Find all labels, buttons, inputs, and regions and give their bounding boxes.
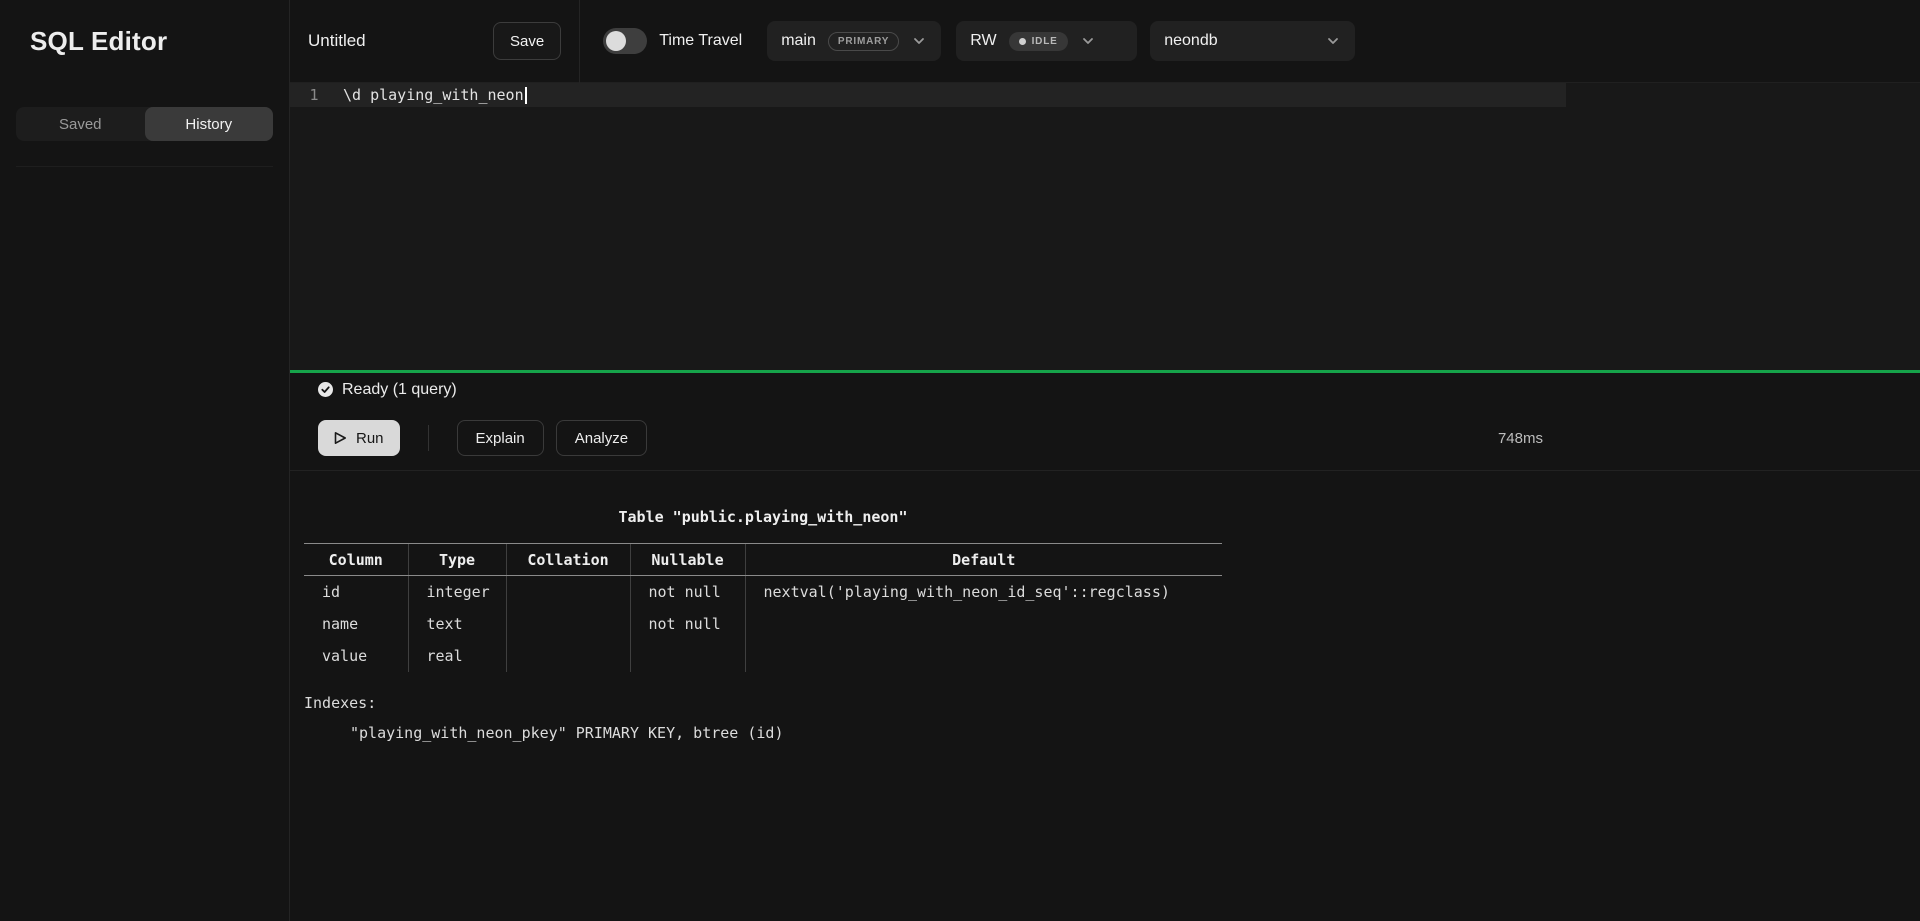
sidebar-tabs: Saved History: [16, 107, 273, 167]
table-cell: id: [304, 576, 408, 608]
page-title: SQL Editor: [30, 26, 167, 57]
table-cell: integer: [408, 576, 506, 608]
table-cell: text: [408, 608, 506, 640]
check-circle-icon: [318, 382, 333, 397]
indexes-label: Indexes:: [304, 692, 1222, 714]
table-row: id integer not null nextval('playing_wit…: [304, 576, 1222, 608]
compute-status-label: IDLE: [1032, 36, 1058, 47]
table-cell: real: [408, 640, 506, 672]
branch-primary-badge: PRIMARY: [828, 32, 899, 51]
chevron-down-icon: [911, 33, 927, 49]
status-text: Ready (1 query): [342, 381, 457, 399]
result-table-title: Table "public.playing_with_neon": [304, 507, 1222, 527]
status-dot-icon: [1019, 38, 1026, 45]
column-header: Column: [304, 544, 408, 576]
database-name: neondb: [1164, 32, 1217, 50]
chevron-down-icon: [1325, 33, 1341, 49]
compute-status-badge: IDLE: [1009, 32, 1068, 51]
table-cell: [506, 576, 630, 608]
analyze-button[interactable]: Analyze: [556, 420, 647, 456]
table-cell: [745, 608, 1222, 640]
text-caret: [525, 87, 527, 104]
table-row: value real: [304, 640, 1222, 672]
psql-output: Table "public.playing_with_neon" Column …: [304, 507, 1222, 744]
branch-name: main: [781, 32, 816, 50]
table-header-row: Column Type Collation Nullable Default: [304, 544, 1222, 576]
table-cell: not null: [630, 576, 745, 608]
compute-selector[interactable]: RW IDLE: [956, 21, 1137, 61]
table-cell: value: [304, 640, 408, 672]
table-row: name text not null: [304, 608, 1222, 640]
topbar: Untitled Save Time Travel main PRIMARY R…: [290, 0, 1920, 83]
branch-selector[interactable]: main PRIMARY: [767, 21, 941, 61]
table-cell: [506, 640, 630, 672]
time-travel-toggle[interactable]: [603, 28, 647, 54]
column-header: Type: [408, 544, 506, 576]
table-cell: [745, 640, 1222, 672]
compute-name: RW: [970, 32, 996, 50]
table-cell: not null: [630, 608, 745, 640]
line-number: 1: [290, 83, 338, 107]
sidebar: SQL Editor Saved History: [0, 0, 290, 921]
toggle-knob: [606, 31, 626, 51]
results-table: Column Type Collation Nullable Default i…: [304, 543, 1222, 672]
tab-history[interactable]: History: [145, 107, 274, 141]
column-header: Collation: [506, 544, 630, 576]
toolbar-divider: [428, 425, 429, 451]
query-title[interactable]: Untitled: [308, 31, 493, 51]
table-cell: nextval('playing_with_neon_id_seq'::regc…: [745, 576, 1222, 608]
code-text: \d playing_with_neon: [343, 86, 524, 104]
editor-active-line: 1 \d playing_with_neon: [290, 83, 1566, 107]
column-header: Nullable: [630, 544, 745, 576]
explain-button[interactable]: Explain: [457, 420, 544, 456]
main-area: Untitled Save Time Travel main PRIMARY R…: [290, 0, 1920, 921]
run-label: Run: [356, 430, 384, 447]
time-travel-label: Time Travel: [659, 32, 742, 50]
tab-saved[interactable]: Saved: [16, 107, 145, 141]
code-line: \d playing_with_neon: [338, 83, 527, 107]
column-header: Default: [745, 544, 1222, 576]
index-definition: "playing_with_neon_pkey" PRIMARY KEY, bt…: [304, 722, 1222, 744]
table-cell: name: [304, 608, 408, 640]
table-cell: [506, 608, 630, 640]
sql-code-editor[interactable]: 1 \d playing_with_neon: [290, 83, 1920, 370]
sql-editor-app: SQL Editor Saved History Untitled Save T…: [0, 0, 1920, 921]
play-icon: [334, 431, 347, 445]
save-button[interactable]: Save: [493, 22, 561, 60]
query-toolbar: Run Explain Analyze 748ms: [290, 406, 1920, 471]
chevron-down-icon: [1080, 33, 1096, 49]
saved-history-segmented-control: Saved History: [16, 107, 273, 141]
query-duration: 748ms: [1498, 430, 1543, 447]
table-cell: [630, 640, 745, 672]
database-selector[interactable]: neondb: [1150, 21, 1355, 61]
sidebar-header: SQL Editor: [0, 0, 289, 83]
run-button[interactable]: Run: [318, 420, 400, 456]
topbar-divider: [579, 0, 580, 83]
statusbar: Ready (1 query): [290, 373, 1920, 406]
results-panel: Table "public.playing_with_neon" Column …: [290, 471, 1920, 921]
